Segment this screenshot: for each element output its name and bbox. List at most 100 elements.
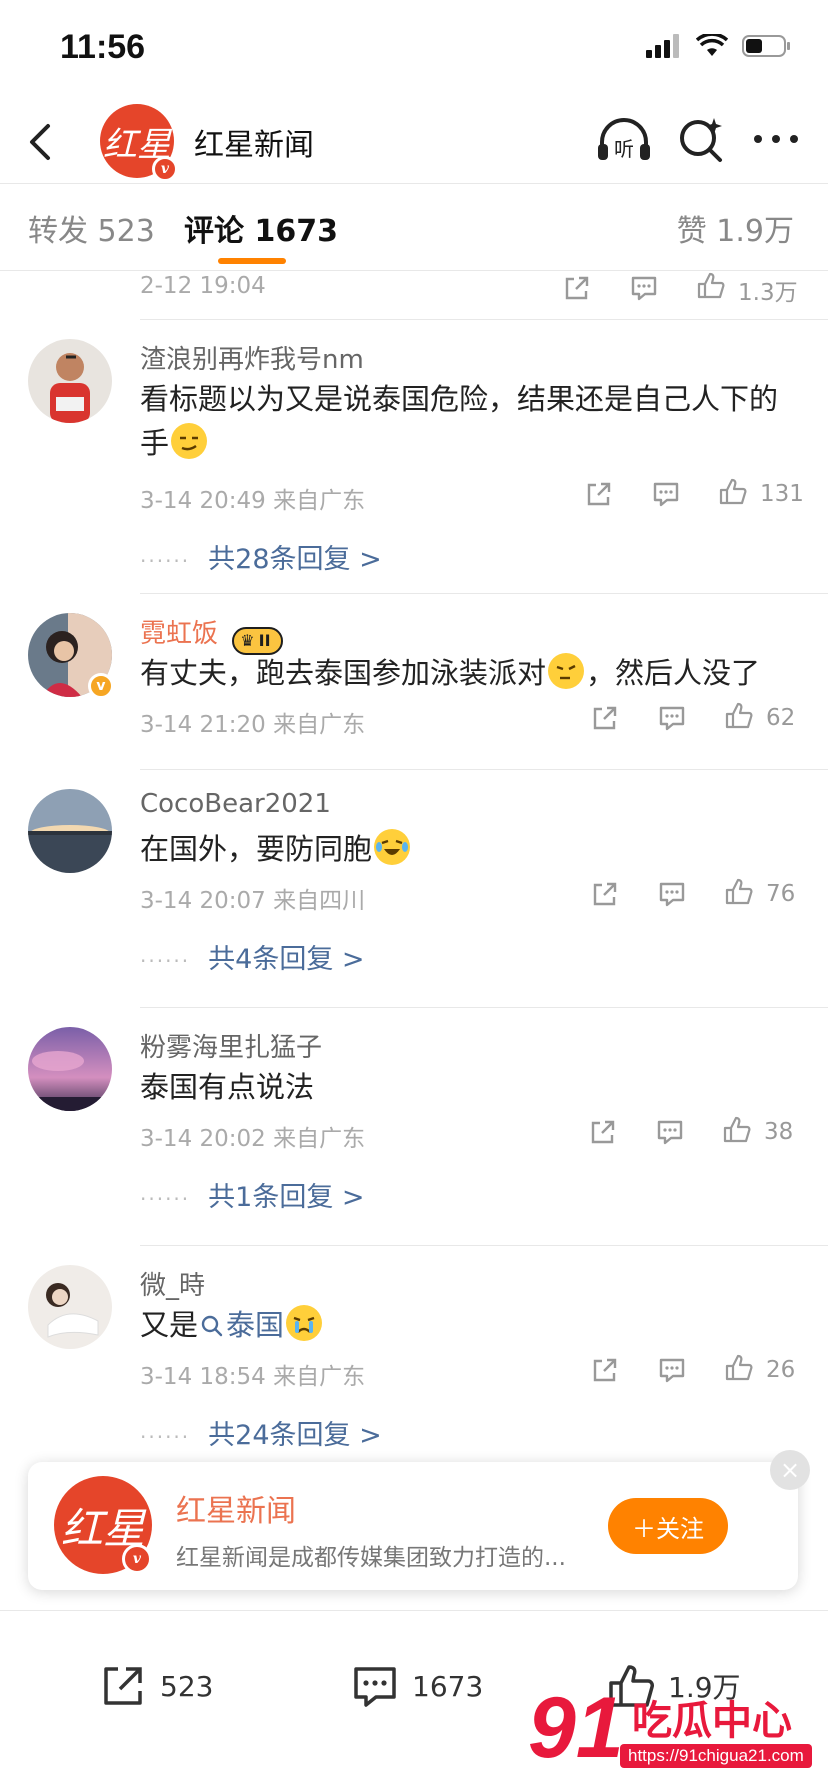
watermark-url: https://91chigua21.com xyxy=(620,1744,812,1768)
view-replies-link[interactable]: ······ 共4条回复 > xyxy=(140,937,365,976)
comment-text: 看标题以为又是说泰国危险，结果还是自己人下的手 xyxy=(140,377,800,465)
comment-text-tail: ，然后人没了 xyxy=(586,656,761,690)
comment-text-body: 有丈夫，跑去泰国参加泳装派对 xyxy=(140,656,547,690)
view-replies-link[interactable]: ······ 共1条回复 > xyxy=(140,1175,365,1214)
like-count: 62 xyxy=(766,705,796,731)
repost-count: 523 xyxy=(160,1669,214,1703)
comment-time: 3-14 18:54 来自广东 xyxy=(140,1364,366,1390)
follow-suggestion-card[interactable]: × 红星 v 红星新闻 红星新闻是成都传媒集团致力打造的... ＋关注 xyxy=(28,1450,810,1590)
like-count: 26 xyxy=(766,1357,796,1383)
account-avatar[interactable]: 红星 v xyxy=(100,104,178,182)
like-thumb-icon[interactable] xyxy=(696,271,726,301)
verified-badge-icon: v xyxy=(152,156,178,182)
share-icon[interactable] xyxy=(590,1355,620,1385)
user-name[interactable]: 渣浪别再炸我号nm xyxy=(140,339,364,376)
previous-comment-meta: 2-12 19:04 1.3万 xyxy=(0,271,828,319)
comment-divider xyxy=(140,769,828,770)
comment-item: 粉雾海里扎猛子 泰国有点说法 3-14 20:02 来自广东 38 ······… xyxy=(0,1027,828,1227)
reply-dots: ······ xyxy=(140,949,191,973)
svg-text:听: 听 xyxy=(614,137,634,161)
close-icon[interactable]: × xyxy=(770,1450,810,1490)
card-account-avatar[interactable]: 红星 v xyxy=(54,1476,152,1574)
battery-icon xyxy=(742,35,790,57)
tab-comments[interactable]: 评论 1673 xyxy=(184,206,338,250)
comment-divider xyxy=(140,1245,828,1246)
listen-headphones-icon[interactable]: 听 xyxy=(596,116,652,164)
user-avatar[interactable] xyxy=(28,339,112,423)
like-thumb-icon[interactable] xyxy=(722,1115,752,1145)
thinking-face-emoji-icon xyxy=(548,653,585,689)
view-replies-link[interactable]: ······ 共24条回复 > xyxy=(140,1413,382,1452)
comment-text: 有丈夫，跑去泰国参加泳装派对 ，然后人没了 xyxy=(140,651,800,695)
status-icons xyxy=(646,34,792,58)
like-thumb-icon[interactable] xyxy=(724,877,754,907)
user-avatar[interactable] xyxy=(28,789,112,873)
comment-text: 又是 泰国 xyxy=(140,1303,800,1347)
comment-text-body: 看标题以为又是说泰国危险，结果还是自己人下的手 xyxy=(140,382,779,460)
bottom-action-bar: 523 1673 1.9万 91 吃瓜中心 https://91chigua21… xyxy=(0,1610,828,1792)
comment-time: 3-14 20:49 来自广东 xyxy=(140,488,366,514)
user-name[interactable]: 微_時 xyxy=(140,1265,205,1302)
comment-time: 3-14 21:20 来自广东 xyxy=(140,712,366,738)
follow-button[interactable]: ＋关注 xyxy=(608,1498,728,1554)
user-name[interactable]: 霓虹饭 ♛ II xyxy=(140,613,283,655)
user-avatar[interactable] xyxy=(28,1265,112,1349)
share-icon[interactable] xyxy=(590,879,620,909)
reply-dots: ······ xyxy=(140,1425,191,1449)
comment-text-body: 又是 xyxy=(140,1308,199,1342)
comment-icon[interactable] xyxy=(657,879,687,909)
watermark-brand: 吃瓜中心 xyxy=(632,1698,792,1744)
topic-link[interactable]: 泰国 xyxy=(198,1308,284,1342)
search-icon[interactable] xyxy=(676,114,726,164)
user-name[interactable]: CocoBear2021 xyxy=(140,789,331,819)
back-icon[interactable] xyxy=(22,118,62,166)
status-bar: 11:56 xyxy=(0,0,828,100)
user-name[interactable]: 粉雾海里扎猛子 xyxy=(140,1027,322,1064)
comment-icon[interactable] xyxy=(629,273,659,303)
topic-search-icon xyxy=(201,1315,223,1337)
laughing-tears-emoji-icon xyxy=(374,829,411,865)
comment-feed[interactable]: 2-12 19:04 1.3万 渣浪别再炸我号nm 看标题以为又是说泰国危险，结… xyxy=(0,271,828,1471)
reply-dots: ······ xyxy=(140,549,191,573)
watermark-logo: 91 吃瓜中心 https://91chigua21.com xyxy=(528,1680,818,1780)
comment-item: CocoBear2021 在国外，要防同胞 3-14 20:07 来自四川 76… xyxy=(0,789,828,989)
repost-button[interactable]: 523 xyxy=(98,1661,213,1711)
comment-icon[interactable] xyxy=(655,1117,685,1147)
wifi-icon xyxy=(696,34,728,56)
like-thumb-icon[interactable] xyxy=(718,477,748,507)
nav-bar: 红星 v 红星新闻 听 xyxy=(0,100,828,184)
comment-button[interactable]: 1673 xyxy=(350,1661,483,1711)
share-icon[interactable] xyxy=(588,1117,618,1147)
like-thumb-icon[interactable] xyxy=(724,701,754,731)
tab-reposts[interactable]: 转发 523 xyxy=(28,206,155,250)
like-count: 38 xyxy=(764,1119,794,1145)
active-tab-indicator xyxy=(218,258,286,264)
verified-badge-icon: v xyxy=(122,1544,152,1574)
comment-icon[interactable] xyxy=(657,1355,687,1385)
comment-icon[interactable] xyxy=(657,703,687,733)
like-thumb-icon[interactable] xyxy=(724,1353,754,1383)
share-icon[interactable] xyxy=(562,273,592,303)
comment-divider xyxy=(140,1007,828,1008)
tab-likes[interactable]: 赞 1.9万 xyxy=(677,206,794,250)
user-avatar[interactable] xyxy=(28,1027,112,1111)
share-icon[interactable] xyxy=(584,479,614,509)
comment-text: 在国外，要防同胞 xyxy=(140,827,800,871)
share-icon[interactable] xyxy=(590,703,620,733)
tab-bar: 转发 523 评论 1673 赞 1.9万 xyxy=(0,184,828,270)
comment-item: 渣浪别再炸我号nm 看标题以为又是说泰国危险，结果还是自己人下的手 3-14 2… xyxy=(0,339,828,575)
user-avatar[interactable]: v xyxy=(28,613,114,699)
reply-dots: ······ xyxy=(140,1187,191,1211)
comment-icon[interactable] xyxy=(651,479,681,509)
account-name[interactable]: 红星新闻 xyxy=(194,120,314,164)
more-options-icon[interactable] xyxy=(752,124,800,154)
smug-face-emoji-icon xyxy=(171,423,208,459)
comment-count: 1673 xyxy=(412,1669,484,1703)
card-account-name[interactable]: 红星新闻 xyxy=(176,1486,296,1530)
view-replies-link[interactable]: ······ 共28条回复 > xyxy=(140,537,382,576)
comment-divider xyxy=(140,593,828,594)
comment-icon xyxy=(354,1667,396,1707)
comment-item: 微_時 又是 泰国 3-14 18:54 来自广东 26 ······ 共24条回复… xyxy=(0,1265,828,1471)
comment-time: 3-14 20:07 来自四川 xyxy=(140,888,366,914)
comment-text-body: 在国外，要防同胞 xyxy=(140,832,373,866)
